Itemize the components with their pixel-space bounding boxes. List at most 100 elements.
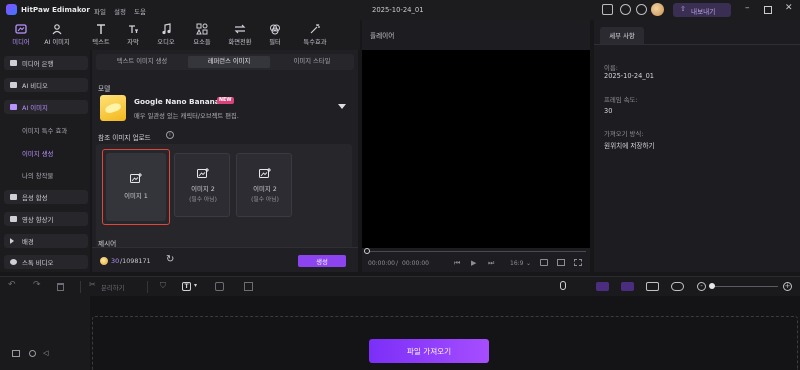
crop-icon[interactable] xyxy=(557,259,565,266)
maximize-icon[interactable] xyxy=(764,6,772,14)
close-icon[interactable]: ✕ xyxy=(785,3,793,13)
import-files-label: 파일 가져오기 xyxy=(406,347,452,356)
avatar[interactable] xyxy=(651,3,664,16)
model-name: Google Nano Banana xyxy=(134,97,220,106)
link-icon[interactable] xyxy=(621,282,634,291)
tab-reference-image[interactable]: 레퍼런스 이미지 xyxy=(188,56,270,68)
zoom-slider-track[interactable] xyxy=(711,286,778,287)
subtitle-icon xyxy=(127,23,139,35)
sidebar-item-label: 음성 합성 xyxy=(22,194,48,202)
player-panel: 플레이어 00:00:00 / 00:00:00 ⏮ ▶ ⏭ 16:9 ⌄ xyxy=(362,20,590,272)
tool-transition-label: 화면전환 xyxy=(228,39,252,46)
effects-icon xyxy=(309,23,321,35)
import-value: 원위치에 저장하기 xyxy=(604,142,655,150)
prev-frame-icon[interactable]: ⏮ xyxy=(454,259,460,268)
menu-file[interactable]: 파일 xyxy=(94,6,106,16)
generate-button[interactable]: 생성 xyxy=(298,255,346,267)
tool-audio[interactable]: 오디오 xyxy=(149,20,183,50)
zoom-out-icon[interactable]: - xyxy=(697,282,706,291)
chevron-down-icon[interactable] xyxy=(338,104,346,109)
sidebar-item-stock-video[interactable]: 스톡 비디오 xyxy=(4,255,88,269)
export-button[interactable]: ⇧ 내보내기 xyxy=(673,3,731,17)
tool-filter[interactable]: 필터 xyxy=(258,20,292,50)
tab-details[interactable]: 세부 사항 xyxy=(600,27,644,44)
left-sidebar: 미디어 은행 AI 비디오 AI 이미지 이미지 특수 효과 이미지 생성 나의… xyxy=(0,50,90,272)
sidebar-sub-my-creations[interactable]: 나의 창작물 xyxy=(22,171,53,180)
credits-total: /1098171 xyxy=(120,257,151,265)
add-image-icon xyxy=(259,168,271,179)
redo-icon[interactable]: ↷ xyxy=(33,280,41,290)
video-preview xyxy=(362,50,590,248)
app-title: HitPaw Edimakor xyxy=(21,5,90,14)
tool-ai-image[interactable]: AI 이미지 xyxy=(40,20,74,50)
sidebar-item-voice[interactable]: 음성 합성 xyxy=(4,190,88,204)
timeline-area: ◁ 파일 가져오기 xyxy=(0,296,800,370)
fullscreen-icon[interactable] xyxy=(574,259,582,266)
upload-slot-3[interactable]: 이미지 2 (필수 아님) xyxy=(236,153,292,217)
zoom-slider-handle[interactable] xyxy=(709,283,715,289)
import-files-button[interactable]: 파일 가져오기 xyxy=(369,339,489,363)
zoom-in-icon[interactable]: + xyxy=(783,282,792,291)
notification-icon[interactable] xyxy=(636,4,647,15)
model-description: 매우 일관성 있는 캐릭터/오브젝트 편집. xyxy=(134,113,239,120)
sidebar-item-label: 영상 향상기 xyxy=(22,216,54,224)
playhead-handle[interactable] xyxy=(364,248,370,254)
crop-tool-icon[interactable] xyxy=(215,282,224,291)
menu-help[interactable]: 도움 xyxy=(134,6,146,16)
tool-media-label: 미디어 xyxy=(12,39,30,46)
snapshot-icon[interactable] xyxy=(540,259,548,266)
model-selector[interactable]: Google Nano Banana NEW 매우 일관성 있는 캐릭터/오브젝… xyxy=(98,92,352,126)
sidebar-item-ai-image[interactable]: AI 이미지 xyxy=(4,100,88,114)
shield-icon[interactable]: ⛉ xyxy=(160,281,166,291)
refresh-icon[interactable]: ↻ xyxy=(166,254,174,265)
tool-media[interactable]: 미디어 xyxy=(4,20,38,50)
sidebar-sub-image-effects[interactable]: 이미지 특수 효과 xyxy=(22,126,67,135)
sidebar-item-media-library[interactable]: 미디어 은행 xyxy=(4,56,88,70)
split-label[interactable]: 분리하기 xyxy=(101,283,125,292)
track-split-icon[interactable] xyxy=(646,282,659,291)
undo-icon[interactable]: ↶ xyxy=(8,280,16,290)
upload-slot-2[interactable]: 이미지 2 (필수 아님) xyxy=(174,153,230,217)
tab-details-label: 세부 사항 xyxy=(609,32,635,40)
chevron-down-icon[interactable]: ▾ xyxy=(194,282,197,289)
next-frame-icon[interactable]: ⏭ xyxy=(488,259,494,268)
sidebar-item-ai-video[interactable]: AI 비디오 xyxy=(4,78,88,92)
fps-value: 30 xyxy=(604,107,613,115)
fit-timeline-icon[interactable] xyxy=(671,282,684,291)
tool-subtitle[interactable]: 자막 xyxy=(116,20,150,50)
track-video-icon[interactable] xyxy=(12,350,20,357)
magnet-snap-icon[interactable] xyxy=(596,282,609,291)
delete-icon[interactable] xyxy=(57,283,64,291)
tool-effects[interactable]: 특수효과 xyxy=(298,20,332,50)
sidebar-item-video-enhance[interactable]: 영상 향상기 xyxy=(4,212,88,226)
sidebar-item-label: 미디어 은행 xyxy=(22,60,54,68)
track-eye-icon[interactable] xyxy=(29,350,36,357)
project-name: 2025-10-24_01 xyxy=(372,6,424,14)
menu-settings[interactable]: 설정 xyxy=(114,6,126,16)
tab-image-style[interactable]: 이미지 스타일 xyxy=(274,56,350,68)
tab-text-to-image[interactable]: 텍스트 이미지 생성 xyxy=(100,56,184,68)
scissors-icon[interactable]: ✂ xyxy=(89,280,96,289)
time-current: 00:00:00 xyxy=(368,260,395,267)
playback-progress[interactable] xyxy=(366,251,586,252)
credits-used: 30 xyxy=(111,257,120,265)
export-frame-icon[interactable] xyxy=(244,282,253,291)
track-speaker-icon[interactable]: ◁ xyxy=(43,349,48,357)
tool-text[interactable]: 텍스트 xyxy=(84,20,118,50)
minimize-icon[interactable]: – xyxy=(745,3,750,13)
text-icon xyxy=(95,23,107,35)
upload-slot-1[interactable]: 이미지 1 xyxy=(106,153,166,221)
monitor-icon[interactable] xyxy=(602,4,613,15)
chevron-down-icon[interactable]: ⌄ xyxy=(526,260,531,267)
ai-video-icon xyxy=(10,82,17,88)
info-icon[interactable]: i xyxy=(166,131,174,139)
tool-elements[interactable]: 요소들 xyxy=(185,20,219,50)
tool-transition[interactable]: 화면전환 xyxy=(223,20,257,50)
sidebar-sub-image-generate[interactable]: 이미지 생성 xyxy=(22,149,53,158)
play-icon[interactable]: ▶ xyxy=(471,259,476,267)
aspect-ratio[interactable]: 16:9 xyxy=(510,260,523,267)
microphone-icon[interactable] xyxy=(560,281,566,290)
feedback-icon[interactable] xyxy=(620,4,631,15)
text-tool-icon[interactable]: T xyxy=(182,282,191,291)
sidebar-item-background[interactable]: 배경 xyxy=(4,234,88,248)
